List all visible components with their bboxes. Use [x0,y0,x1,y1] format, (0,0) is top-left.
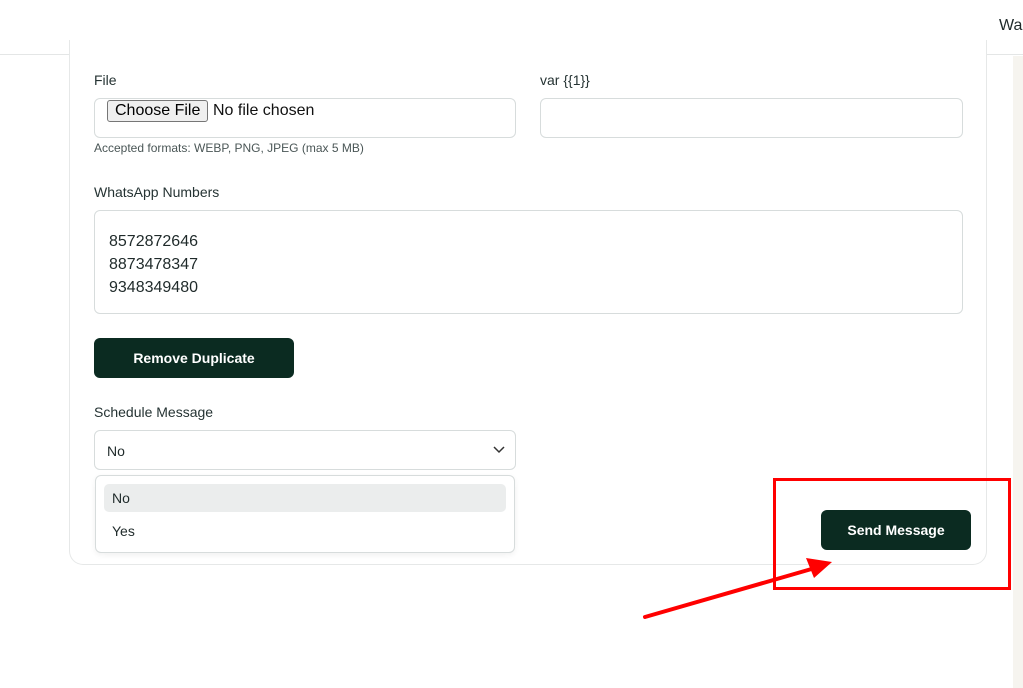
annotation-arrow-icon [643,558,832,619]
